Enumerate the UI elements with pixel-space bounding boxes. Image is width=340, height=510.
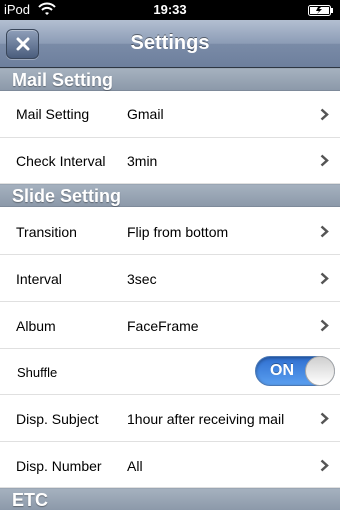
row-value: Flip from bottom — [127, 224, 229, 240]
row-shuffle: Shuffle ON — [0, 349, 340, 395]
row-value: FaceFrame — [127, 318, 199, 334]
row-label: Mail Setting — [16, 106, 90, 122]
chevron-right-icon — [320, 225, 329, 238]
chevron-right-icon — [320, 272, 329, 285]
row-label: Disp. Subject — [16, 411, 99, 427]
row-value: 1hour after receiving mail — [127, 411, 285, 427]
status-bar: iPod 19:33 — [0, 0, 340, 20]
row-value: All — [127, 458, 143, 474]
row-album[interactable]: Album FaceFrame — [0, 302, 340, 349]
row-value: 3min — [127, 153, 158, 169]
chevron-right-icon — [320, 412, 329, 425]
chevron-right-icon — [320, 154, 329, 167]
section-header-mail: Mail Setting — [0, 68, 340, 91]
row-label: Transition — [16, 224, 77, 240]
chevron-right-icon — [320, 319, 329, 332]
page-title: Settings — [130, 32, 210, 54]
section-header-etc: ETC — [0, 488, 340, 510]
row-disp-subject[interactable]: Disp. Subject 1hour after receiving mail — [0, 395, 340, 442]
row-label: Shuffle — [17, 365, 58, 380]
nav-bar: Settings — [0, 20, 340, 68]
row-disp-number[interactable]: Disp. Number All — [0, 442, 340, 488]
row-value: Gmail — [127, 106, 164, 122]
toggle-knob — [305, 356, 335, 386]
section-header-slide: Slide Setting — [0, 184, 340, 207]
battery-icon — [308, 5, 333, 16]
shuffle-toggle[interactable]: ON — [255, 356, 335, 386]
row-value: 3sec — [127, 271, 157, 287]
chevron-right-icon — [320, 459, 329, 472]
chevron-right-icon — [320, 108, 329, 121]
status-time: 19:33 — [153, 2, 187, 17]
row-mail-setting[interactable]: Mail Setting Gmail — [0, 91, 340, 138]
row-transition[interactable]: Transition Flip from bottom — [0, 207, 340, 255]
row-interval[interactable]: Interval 3sec — [0, 255, 340, 302]
row-label: Check Interval — [16, 153, 106, 169]
row-check-interval[interactable]: Check Interval 3min — [0, 138, 340, 184]
toggle-on-label: ON — [270, 362, 294, 379]
row-label: Album — [16, 318, 56, 334]
row-label: Disp. Number — [16, 458, 102, 474]
row-label: Interval — [16, 271, 62, 287]
